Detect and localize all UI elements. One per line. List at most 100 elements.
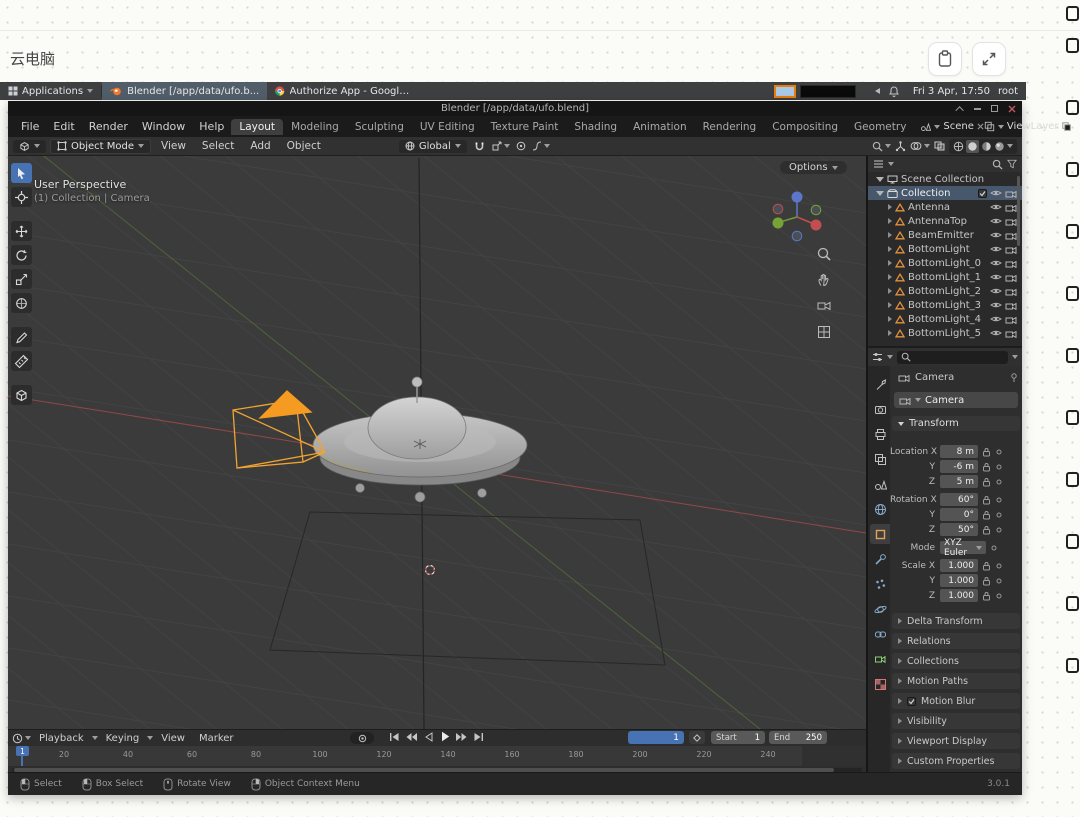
outliner-editor-icon[interactable] <box>873 159 884 169</box>
location-y-input[interactable]: -6 m <box>940 460 978 473</box>
menu-object[interactable]: Object <box>281 140 327 152</box>
menu-view-timeline[interactable]: View <box>155 733 191 744</box>
show-overlays-toggle[interactable] <box>910 141 930 151</box>
expand-icon[interactable] <box>888 246 892 252</box>
menu-edit[interactable]: Edit <box>46 120 81 133</box>
rotation-z-input[interactable]: 50° <box>940 523 978 536</box>
timeline-editor-icon[interactable] <box>12 733 23 744</box>
expand-icon[interactable] <box>888 330 892 336</box>
hide-viewport-toggle[interactable] <box>990 329 1002 337</box>
properties-editor-icon[interactable] <box>872 352 883 362</box>
section-motion-blur[interactable]: Motion Blur <box>892 693 1020 709</box>
show-gizmo-toggle[interactable] <box>895 141 906 152</box>
expand-icon[interactable] <box>888 316 892 322</box>
editor-type-button[interactable] <box>13 140 46 153</box>
transform-panel-header[interactable]: Transform <box>892 416 1020 431</box>
animate-icon[interactable] <box>996 512 1002 518</box>
snap-toggle[interactable] <box>471 141 488 152</box>
animate-icon[interactable] <box>996 527 1002 533</box>
outliner-object-row[interactable]: BottomLight_5 <box>868 326 1022 340</box>
outliner-row-collection[interactable]: Collection <box>868 186 1022 200</box>
start-frame-input[interactable]: Start 1 <box>711 731 765 744</box>
hide-viewport-toggle[interactable] <box>990 231 1002 239</box>
menu-window[interactable]: Window <box>135 120 192 133</box>
hide-viewport-toggle[interactable] <box>990 259 1002 267</box>
scene-selector[interactable]: Scene <box>920 121 984 132</box>
pan-button[interactable] <box>814 270 834 290</box>
shading-wireframe-icon[interactable] <box>953 141 964 152</box>
snap-settings[interactable] <box>492 141 510 151</box>
timeline-ruler[interactable]: 20 40 60 80 100 120 140 160 180 200 220 … <box>8 746 866 766</box>
tab-constraints[interactable] <box>870 624 890 644</box>
hide-viewport-toggle[interactable] <box>990 245 1002 253</box>
workspace-preview-active[interactable] <box>774 85 796 98</box>
scale-y-input[interactable]: 1.000 <box>940 574 978 587</box>
tab-modeling[interactable]: Modeling <box>283 119 347 135</box>
window-preview[interactable] <box>800 85 856 98</box>
breadcrumb-label[interactable]: Camera <box>915 372 1005 383</box>
expand-icon[interactable] <box>888 302 892 308</box>
jump-to-start-button[interactable] <box>388 732 400 742</box>
disable-render-toggle[interactable] <box>1005 287 1017 296</box>
tool-rotate[interactable] <box>11 245 32 265</box>
tab-geometry-nodes[interactable]: Geometry <box>846 119 914 135</box>
properties-search[interactable] <box>897 351 1008 364</box>
outliner-search-icon[interactable] <box>992 159 1003 170</box>
tool-add-cube[interactable] <box>11 385 32 405</box>
hide-viewport-toggle[interactable] <box>990 217 1002 225</box>
proportional-edit-toggle[interactable] <box>514 141 528 151</box>
section-motion-paths[interactable]: Motion Paths <box>892 673 1020 689</box>
taskbar-window-chrome[interactable]: Authorize App - Google ... <box>267 82 417 100</box>
expand-icon[interactable] <box>876 177 884 182</box>
lock-icon[interactable] <box>982 510 991 520</box>
menu-help[interactable]: Help <box>192 120 231 133</box>
scale-z-input[interactable]: 1.000 <box>940 589 978 602</box>
keyframe-button[interactable] <box>689 731 705 744</box>
outliner-object-row[interactable]: BottomLight_1 <box>868 270 1022 284</box>
prev-keyframe-button[interactable] <box>405 732 418 742</box>
viewport-3d[interactable]: User Perspective (1) Collection | Camera… <box>8 156 866 729</box>
perspective-toggle-button[interactable] <box>814 322 834 342</box>
animate-icon[interactable] <box>996 464 1002 470</box>
lock-icon[interactable] <box>982 525 991 535</box>
outliner-object-row[interactable]: BottomLight_3 <box>868 298 1022 312</box>
play-reverse-button[interactable] <box>423 732 434 742</box>
clipboard-button[interactable] <box>928 42 962 76</box>
tab-compositing[interactable]: Compositing <box>764 119 846 135</box>
tab-object[interactable] <box>870 524 890 544</box>
disable-render-toggle[interactable] <box>1005 203 1017 212</box>
hide-viewport-toggle[interactable] <box>990 273 1002 281</box>
xray-toggle[interactable] <box>934 141 945 151</box>
zoom-button[interactable] <box>814 244 834 264</box>
transform-orientation[interactable]: Global <box>399 140 467 153</box>
menu-playback[interactable]: Playback <box>33 733 90 744</box>
disable-render-toggle[interactable] <box>1005 301 1017 310</box>
disable-render-toggle[interactable] <box>1005 315 1017 324</box>
disable-render-toggle[interactable] <box>1005 217 1017 226</box>
disable-render-toggle[interactable] <box>1005 231 1017 240</box>
menu-view[interactable]: View <box>155 140 192 152</box>
location-z-input[interactable]: 5 m <box>940 475 978 488</box>
disable-render-toggle[interactable] <box>1005 189 1017 198</box>
tab-texture-paint[interactable]: Texture Paint <box>483 119 567 135</box>
proportional-falloff[interactable] <box>532 141 550 151</box>
taskbar-clock[interactable]: Fri 3 Apr, 17:50 <box>905 86 998 97</box>
tab-physics[interactable] <box>870 599 890 619</box>
lock-icon[interactable] <box>982 462 991 472</box>
animate-icon[interactable] <box>996 578 1002 584</box>
tab-render[interactable] <box>870 399 890 419</box>
shading-rendered-icon[interactable] <box>994 141 1005 152</box>
rotation-y-input[interactable]: 0° <box>940 508 978 521</box>
section-delta-transform[interactable]: Delta Transform <box>892 613 1020 629</box>
jump-to-end-button[interactable] <box>473 732 485 742</box>
tab-modifiers[interactable] <box>870 549 890 569</box>
tab-uv-editing[interactable]: UV Editing <box>412 119 483 135</box>
next-keyframe-button[interactable] <box>455 732 468 742</box>
checkbox-icon[interactable] <box>907 697 916 706</box>
menu-file[interactable]: File <box>14 120 46 133</box>
animate-icon[interactable] <box>996 479 1002 485</box>
disable-render-toggle[interactable] <box>1005 273 1017 282</box>
tool-scale[interactable] <box>11 269 32 289</box>
tab-rendering[interactable]: Rendering <box>695 119 765 135</box>
filter-icon[interactable] <box>1007 159 1017 169</box>
